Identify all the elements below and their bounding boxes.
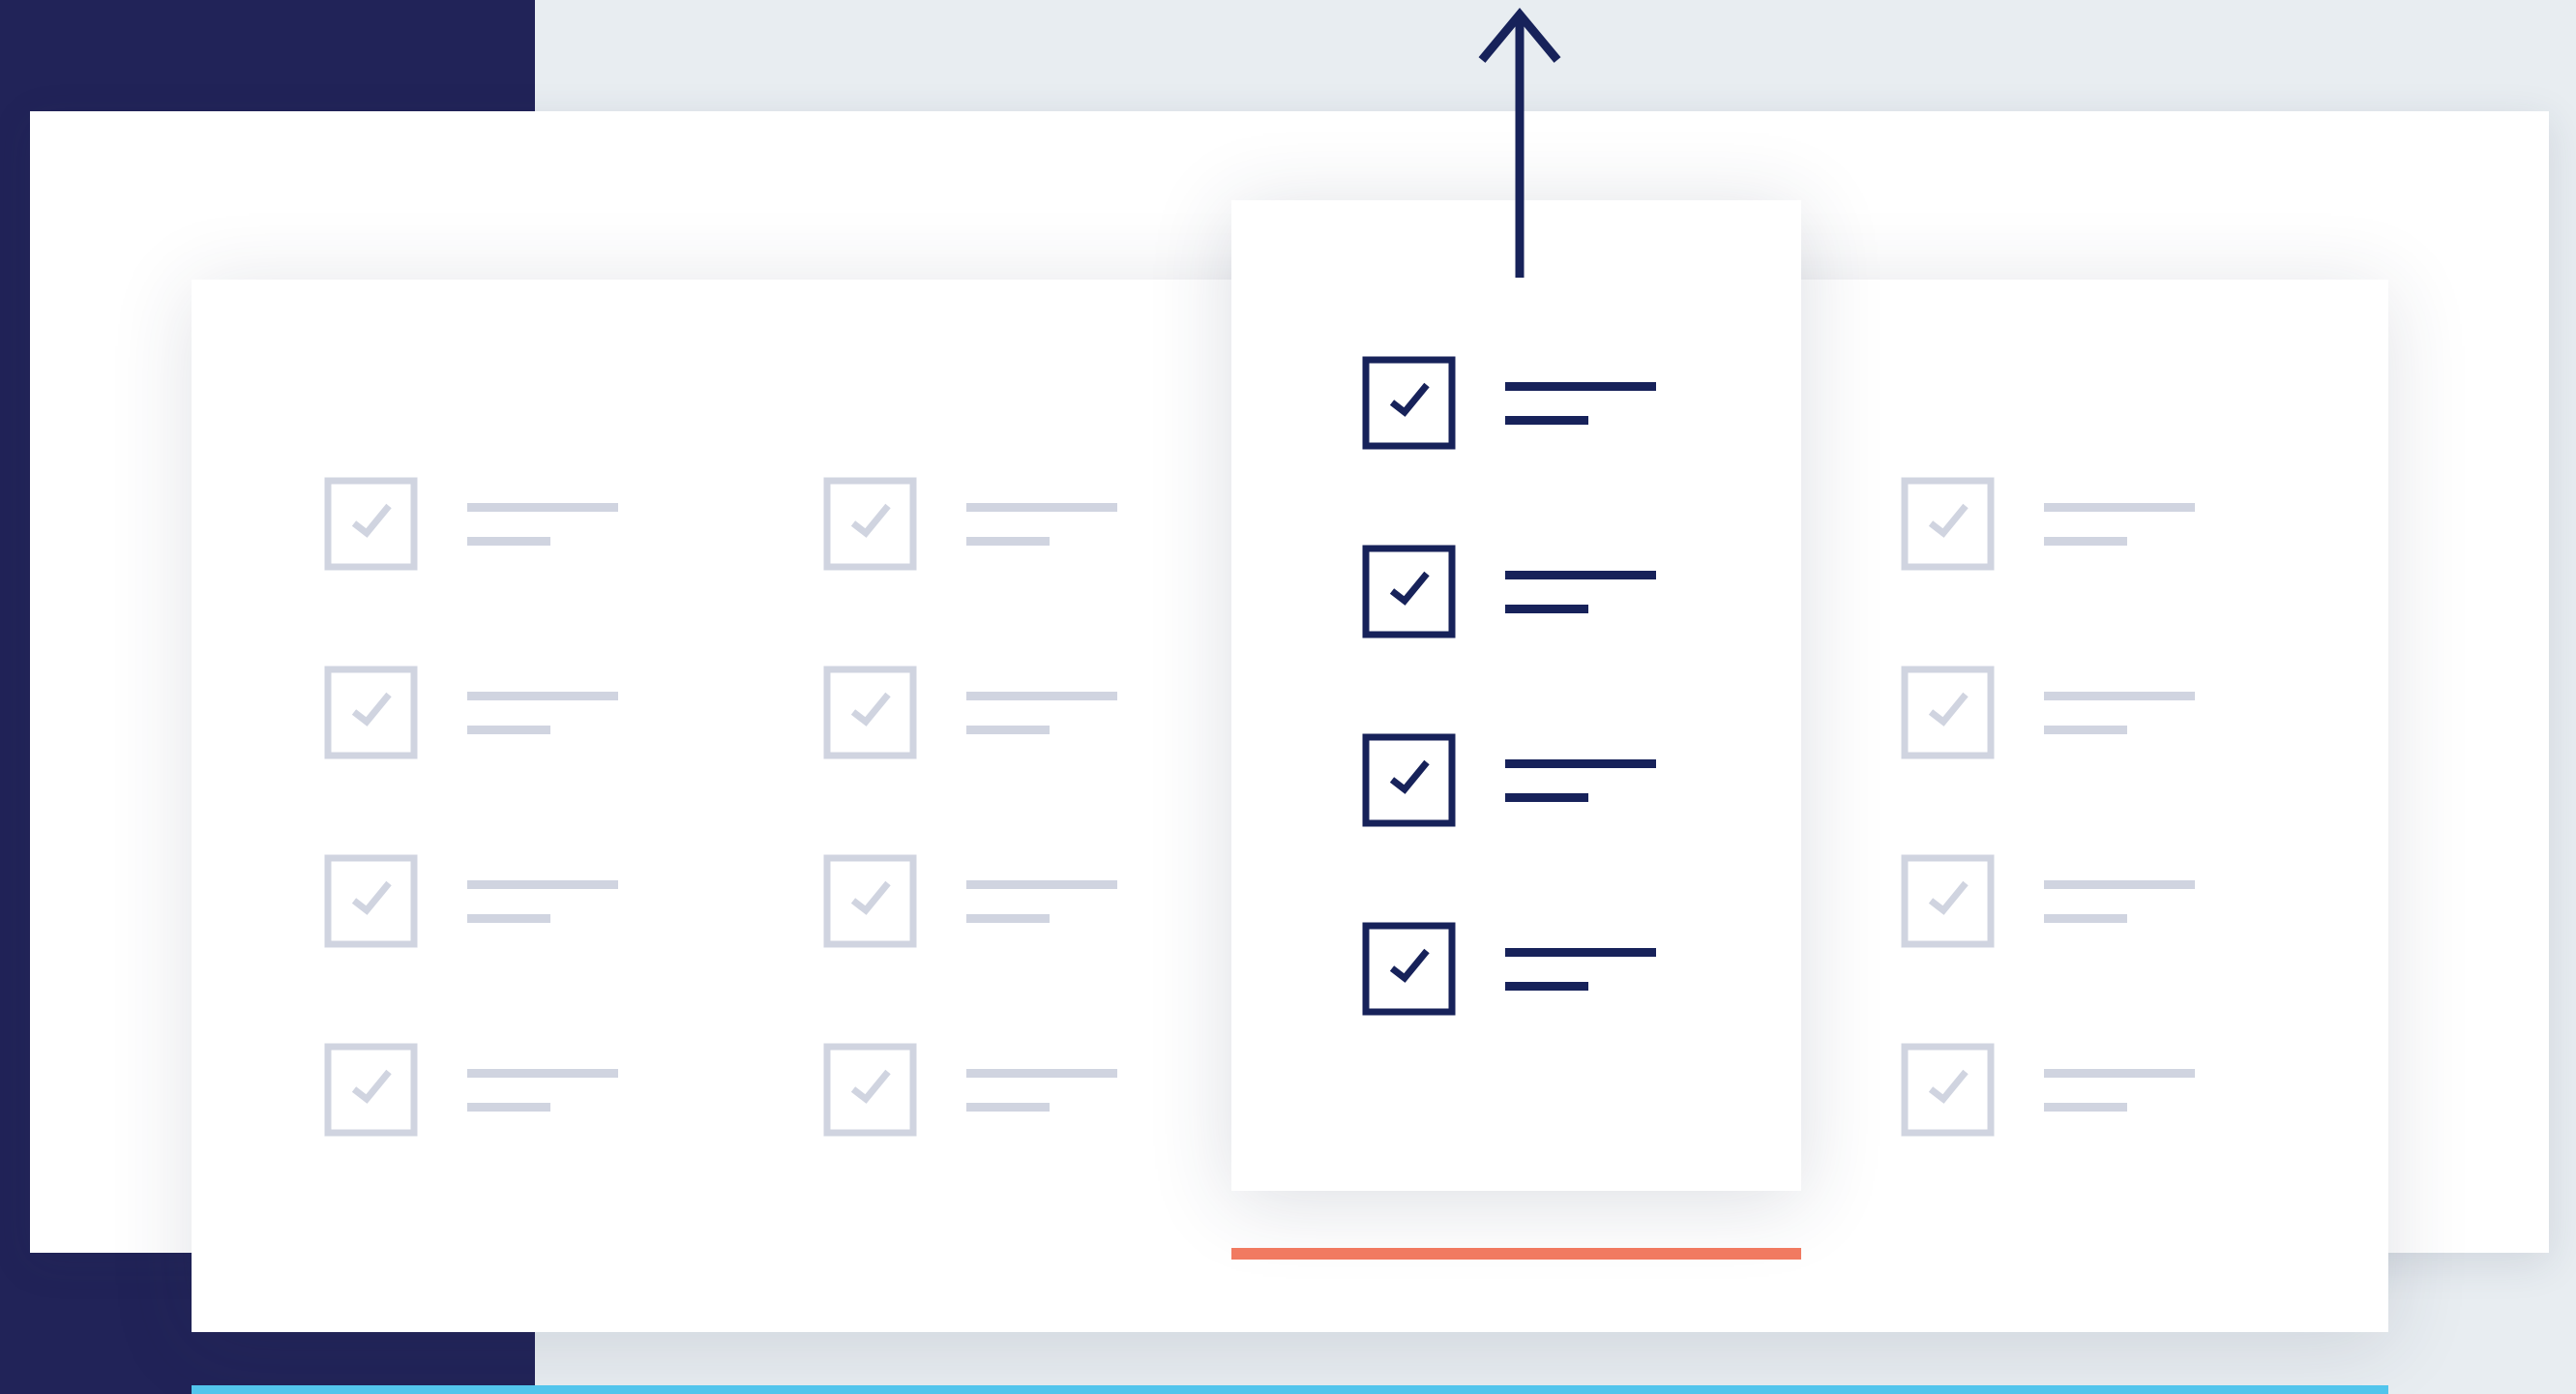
- column-2-checklist-item-2: [823, 666, 1142, 772]
- text-placeholder-line: [467, 1069, 618, 1078]
- checked-checkbox-icon: [324, 854, 418, 948]
- text-placeholder-line: [1505, 759, 1656, 768]
- column-1-checklist-item-2: [324, 666, 643, 772]
- checked-checkbox-icon: [1901, 1043, 1995, 1137]
- checked-checkbox-icon: [1362, 356, 1456, 450]
- text-placeholder-line: [2044, 1069, 2195, 1078]
- checked-checkbox-icon: [324, 1043, 418, 1137]
- column-4-checklist-item-1: [1901, 477, 2220, 583]
- column-4-checklist-item-4: [1901, 1043, 2220, 1149]
- text-placeholder-line-short: [2044, 537, 2127, 546]
- text-placeholder-line-short: [1505, 605, 1588, 613]
- text-placeholder-line-short: [2044, 726, 2127, 734]
- text-placeholder-line: [1505, 948, 1656, 957]
- text-placeholder-line-short: [966, 726, 1050, 734]
- text-placeholder-line: [966, 1069, 1117, 1078]
- text-placeholder-line: [467, 692, 618, 700]
- column-4-checklist-item-3: [1901, 854, 2220, 961]
- text-placeholder-line-short: [1505, 793, 1588, 802]
- accent-line-orange: [1231, 1248, 1801, 1260]
- column-1-checklist-item-1: [324, 477, 643, 583]
- checked-checkbox-icon: [1362, 733, 1456, 827]
- column-highlighted-checklist-item-3: [1362, 733, 1681, 840]
- text-placeholder-line: [2044, 880, 2195, 889]
- arrow-up-icon: [1478, 7, 1561, 278]
- text-placeholder-line: [2044, 503, 2195, 512]
- text-placeholder-line: [467, 880, 618, 889]
- text-placeholder-line-short: [1505, 416, 1588, 425]
- text-placeholder-line: [2044, 692, 2195, 700]
- text-placeholder-line-short: [966, 537, 1050, 546]
- column-highlighted-checklist-item-4: [1362, 922, 1681, 1028]
- checked-checkbox-icon: [1901, 854, 1995, 948]
- text-placeholder-line-short: [467, 1103, 550, 1112]
- text-placeholder-line: [1505, 571, 1656, 579]
- checked-checkbox-icon: [823, 854, 917, 948]
- column-2-checklist-item-4: [823, 1043, 1142, 1149]
- checked-checkbox-icon: [324, 477, 418, 571]
- checked-checkbox-icon: [1362, 922, 1456, 1016]
- column-1-checklist-item-4: [324, 1043, 643, 1149]
- column-highlighted-checklist-item-1: [1362, 356, 1681, 462]
- text-placeholder-line-short: [1505, 982, 1588, 991]
- column-4-checklist-item-2: [1901, 666, 2220, 772]
- column-highlighted-checklist-item-2: [1362, 545, 1681, 651]
- text-placeholder-line: [1505, 382, 1656, 391]
- column-2-checklist-item-1: [823, 477, 1142, 583]
- text-placeholder-line-short: [467, 914, 550, 923]
- checked-checkbox-icon: [1901, 477, 1995, 571]
- text-placeholder-line-short: [966, 914, 1050, 923]
- text-placeholder-line-short: [2044, 914, 2127, 923]
- text-placeholder-line: [467, 503, 618, 512]
- text-placeholder-line: [966, 692, 1117, 700]
- checked-checkbox-icon: [823, 1043, 917, 1137]
- checked-checkbox-icon: [324, 666, 418, 759]
- checked-checkbox-icon: [823, 477, 917, 571]
- text-placeholder-line: [966, 503, 1117, 512]
- text-placeholder-line-short: [467, 537, 550, 546]
- checked-checkbox-icon: [823, 666, 917, 759]
- checked-checkbox-icon: [1901, 666, 1995, 759]
- column-2-checklist-item-3: [823, 854, 1142, 961]
- column-1-checklist-item-3: [324, 854, 643, 961]
- text-placeholder-line-short: [467, 726, 550, 734]
- checked-checkbox-icon: [1362, 545, 1456, 638]
- text-placeholder-line-short: [2044, 1103, 2127, 1112]
- text-placeholder-line-short: [966, 1103, 1050, 1112]
- text-placeholder-line: [966, 880, 1117, 889]
- highlighted-checklist-card: [1231, 200, 1801, 1191]
- accent-line-blue: [192, 1385, 2388, 1394]
